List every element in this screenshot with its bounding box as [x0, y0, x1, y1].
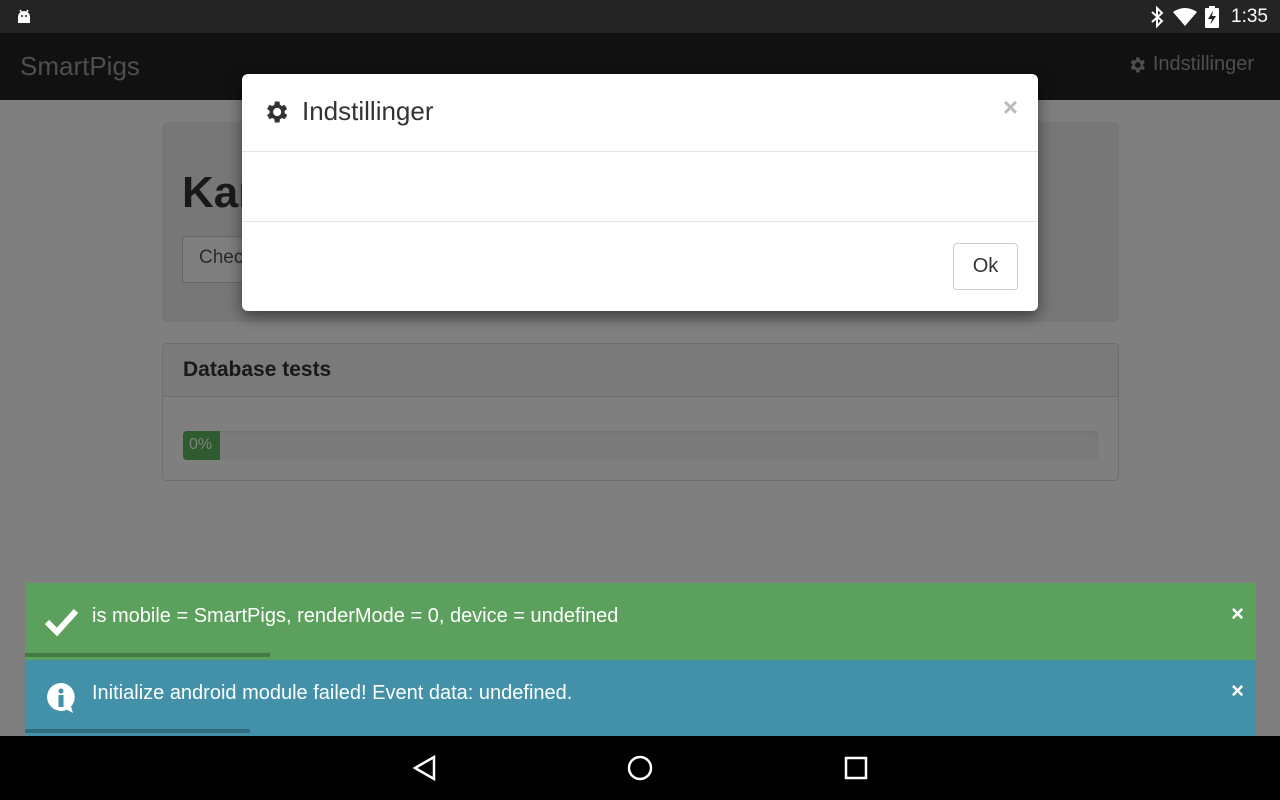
settings-modal: Indstillinger × Ok [242, 74, 1038, 311]
system-navigation-bar [0, 736, 1280, 800]
gear-icon [267, 101, 288, 122]
home-icon[interactable] [625, 753, 655, 783]
close-icon[interactable]: × [1231, 601, 1244, 627]
modal-body [242, 152, 1038, 222]
status-bar: 1:35 [0, 0, 1280, 33]
android-icon [18, 9, 30, 23]
back-icon[interactable] [410, 753, 440, 783]
checkmark-icon [44, 608, 79, 637]
info-icon [47, 683, 75, 713]
modal-close-button[interactable]: × [1003, 92, 1018, 123]
bluetooth-icon [1151, 5, 1164, 28]
notification-timer [25, 729, 250, 733]
recents-icon[interactable] [841, 753, 871, 783]
notification-message: is mobile = SmartPigs, renderMode = 0, d… [92, 605, 619, 627]
wifi-icon [1173, 7, 1198, 26]
battery-charging-icon [1205, 5, 1220, 28]
modal-title: Indstillinger [262, 96, 434, 127]
modal-footer: Ok [242, 222, 1038, 311]
close-icon[interactable]: × [1231, 678, 1244, 704]
modal-header: Indstillinger × [242, 74, 1038, 152]
notification-timer [25, 653, 270, 657]
info-notification: Initialize android module failed! Event … [25, 660, 1256, 736]
clock: 1:35 [1231, 5, 1268, 27]
ok-button[interactable]: Ok [953, 243, 1018, 290]
success-notification: is mobile = SmartPigs, renderMode = 0, d… [25, 583, 1256, 660]
modal-title-text: Indstillinger [302, 96, 434, 126]
notification-message: Initialize android module failed! Event … [92, 682, 573, 704]
